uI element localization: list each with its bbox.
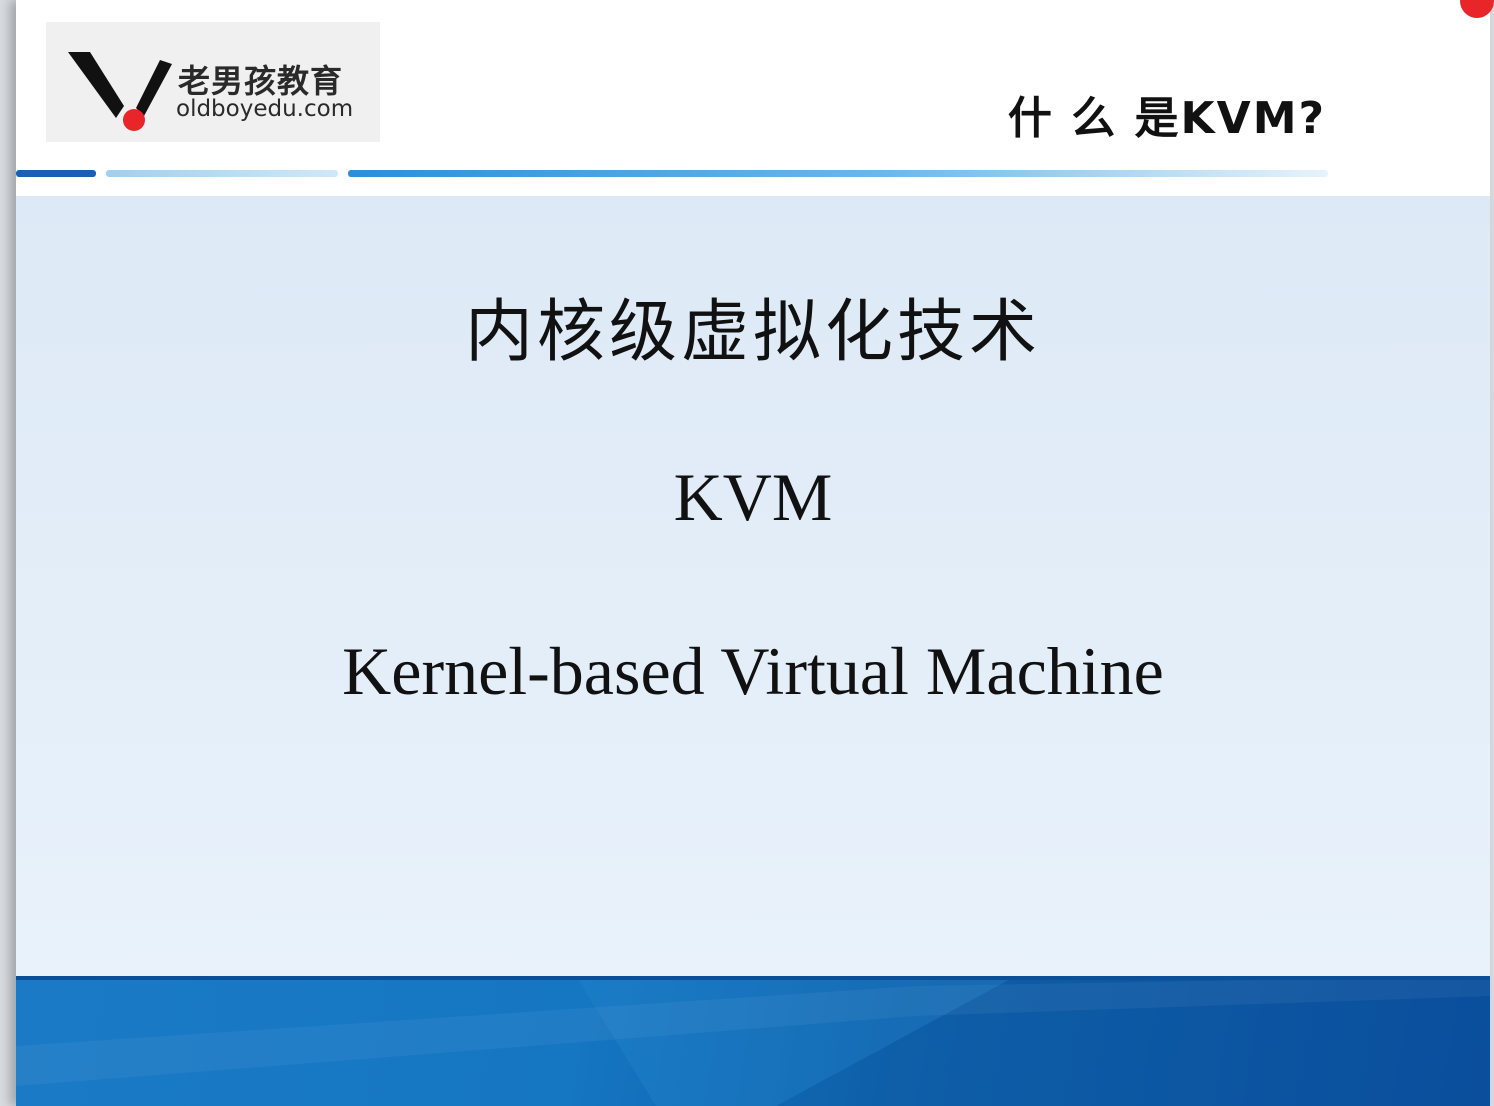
- content-line-chinese: 内核级虚拟化技术: [464, 293, 1041, 372]
- logo-domain-text: oldboyedu.com: [176, 96, 354, 122]
- content-line-kvm: KVM: [673, 459, 833, 535]
- divider-segment: [348, 170, 1328, 177]
- content-line-english: Kernel-based Virtual Machine: [342, 633, 1164, 709]
- logo: 老男孩教育 oldboyedu.com: [46, 22, 380, 142]
- slide-content: 内核级虚拟化技术 KVM Kernel-based Virtual Machin…: [16, 196, 1490, 976]
- slide-title: 什 么 是KVM?: [1007, 93, 1326, 144]
- footer-decoration: [16, 976, 1490, 1106]
- footer-band: [16, 976, 1490, 1106]
- divider-segment: [106, 170, 338, 177]
- divider-segment: [16, 170, 96, 177]
- slide: 老男孩教育 oldboyedu.com 什 么 是KVM? 内核级虚拟化技术 K…: [16, 0, 1490, 1106]
- logo-v-icon: [68, 52, 172, 131]
- footer-top-line: [16, 976, 1490, 980]
